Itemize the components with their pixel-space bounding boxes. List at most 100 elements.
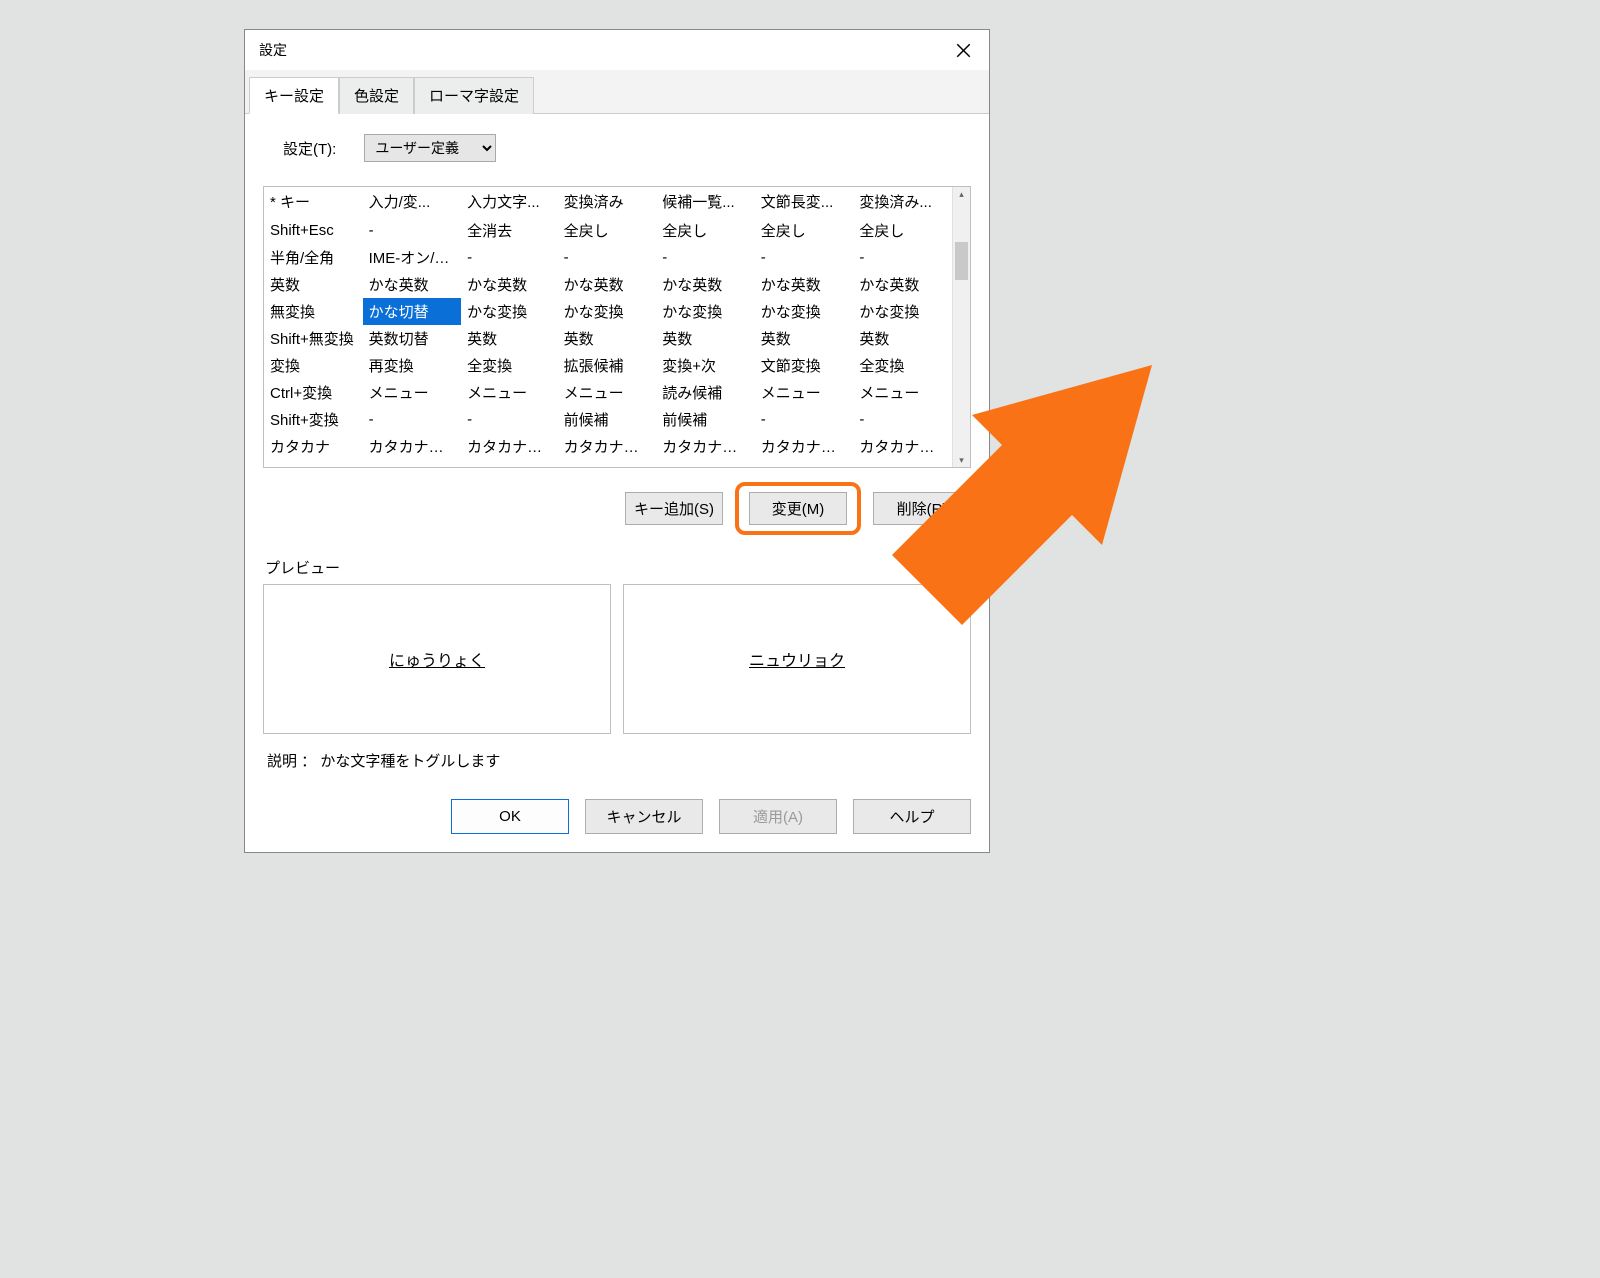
- table-cell[interactable]: 全変換: [461, 352, 557, 379]
- ok-button[interactable]: OK: [451, 799, 569, 834]
- settings-dialog: 設定 キー設定 色設定 ローマ字設定 設定(T): ユーザー定義 * キー 入力…: [244, 29, 990, 853]
- table-cell[interactable]: -: [363, 217, 462, 245]
- help-button[interactable]: ヘルプ: [853, 799, 971, 834]
- setting-select[interactable]: ユーザー定義: [364, 134, 496, 162]
- scroll-down-icon[interactable]: ▾: [953, 453, 970, 467]
- table-row[interactable]: Shift+Esc-全消去全戻し全戻し全戻し全戻し: [264, 217, 952, 245]
- table-cell[interactable]: かな変換: [558, 298, 657, 325]
- table-cell[interactable]: 全戻し: [656, 217, 755, 245]
- preview-left: にゅうりょく: [263, 584, 611, 734]
- table-cell[interactable]: 変換+次: [656, 352, 755, 379]
- table-cell[interactable]: 全戻し: [755, 217, 854, 245]
- table-cell[interactable]: メニュー: [853, 379, 952, 406]
- close-button[interactable]: [947, 37, 979, 63]
- table-cell[interactable]: かな変換: [461, 298, 557, 325]
- table-cell[interactable]: かな英数: [558, 271, 657, 298]
- table-cell[interactable]: 英数: [558, 325, 657, 352]
- table-cell[interactable]: カタカナ: [264, 433, 363, 460]
- table-row[interactable]: 変換再変換全変換拡張候補変換+次文節変換全変換: [264, 352, 952, 379]
- table-cell[interactable]: 全消去: [461, 217, 557, 245]
- table-cell[interactable]: カタカナキー: [558, 433, 657, 460]
- table-cell[interactable]: メニュー: [755, 379, 854, 406]
- table-row[interactable]: 半角/全角IME-オン/オフ-----: [264, 244, 952, 271]
- table-cell[interactable]: カタカナキー: [656, 433, 755, 460]
- tab-romaji-settings[interactable]: ローマ字設定: [414, 77, 534, 114]
- table-cell[interactable]: 全戻し: [853, 217, 952, 245]
- table-cell[interactable]: かな英数: [461, 271, 557, 298]
- table-cell[interactable]: カタカナキー: [363, 433, 462, 460]
- key-table[interactable]: * キー 入力/変... 入力文字... 変換済み 候補一覧... 文節長変..…: [264, 187, 952, 460]
- table-cell[interactable]: 拡張候補: [558, 352, 657, 379]
- table-cell[interactable]: -: [558, 244, 657, 271]
- add-key-button[interactable]: キー追加(S): [625, 492, 723, 525]
- table-cell[interactable]: 英数: [461, 325, 557, 352]
- table-cell[interactable]: 全戻し: [558, 217, 657, 245]
- table-cell[interactable]: 半角/全角: [264, 244, 363, 271]
- table-cell[interactable]: -: [853, 244, 952, 271]
- table-header[interactable]: 変換済み: [558, 187, 657, 217]
- table-cell[interactable]: 英数切替: [363, 325, 462, 352]
- table-cell[interactable]: -: [461, 244, 557, 271]
- table-cell[interactable]: メニュー: [363, 379, 462, 406]
- table-cell[interactable]: -: [853, 406, 952, 433]
- table-cell[interactable]: 英数: [853, 325, 952, 352]
- table-cell[interactable]: -: [755, 244, 854, 271]
- table-cell[interactable]: かな変換: [656, 298, 755, 325]
- table-cell[interactable]: 前候補: [558, 406, 657, 433]
- table-header[interactable]: 入力文字...: [461, 187, 557, 217]
- table-cell[interactable]: 英数: [656, 325, 755, 352]
- table-cell[interactable]: Ctrl+変換: [264, 379, 363, 406]
- table-row[interactable]: Shift+無変換英数切替英数英数英数英数英数: [264, 325, 952, 352]
- table-cell[interactable]: 全変換: [853, 352, 952, 379]
- table-header[interactable]: 文節長変...: [755, 187, 854, 217]
- table-cell[interactable]: カタカナキー: [755, 433, 854, 460]
- table-cell[interactable]: 無変換: [264, 298, 363, 325]
- table-row[interactable]: カタカナカタカナキーカタカナキーカタカナキーカタカナキーカタカナキーカタカナキー: [264, 433, 952, 460]
- table-cell[interactable]: IME-オン/オフ: [363, 244, 462, 271]
- table-cell[interactable]: 文節変換: [755, 352, 854, 379]
- table-cell[interactable]: かな切替: [363, 298, 462, 325]
- dialog-title: 設定: [259, 40, 287, 60]
- table-cell[interactable]: かな英数: [656, 271, 755, 298]
- dialog-footer: OK キャンセル 適用(A) ヘルプ: [245, 785, 989, 852]
- table-header[interactable]: 候補一覧...: [656, 187, 755, 217]
- table-cell[interactable]: メニュー: [558, 379, 657, 406]
- table-cell[interactable]: かな英数: [755, 271, 854, 298]
- table-cell[interactable]: Shift+Esc: [264, 217, 363, 245]
- scrollbar-thumb[interactable]: [955, 242, 968, 280]
- table-row[interactable]: 無変換かな切替かな変換かな変換かな変換かな変換かな変換: [264, 298, 952, 325]
- table-cell[interactable]: かな変換: [853, 298, 952, 325]
- table-cell[interactable]: 変換: [264, 352, 363, 379]
- tab-color-settings[interactable]: 色設定: [339, 77, 414, 114]
- table-scrollbar[interactable]: ▴ ▾: [952, 187, 970, 467]
- table-header[interactable]: 変換済み...: [853, 187, 952, 217]
- table-cell[interactable]: -: [363, 406, 462, 433]
- table-cell[interactable]: カタカナキー: [853, 433, 952, 460]
- modify-button[interactable]: 変更(M): [749, 492, 847, 525]
- table-cell[interactable]: 再変換: [363, 352, 462, 379]
- scroll-up-icon[interactable]: ▴: [953, 187, 970, 201]
- table-row[interactable]: Ctrl+変換メニューメニューメニュー読み候補メニューメニュー: [264, 379, 952, 406]
- table-cell[interactable]: -: [755, 406, 854, 433]
- table-cell[interactable]: かな変換: [755, 298, 854, 325]
- table-cell[interactable]: -: [656, 244, 755, 271]
- table-row[interactable]: 英数かな英数かな英数かな英数かな英数かな英数かな英数: [264, 271, 952, 298]
- delete-button[interactable]: 削除(R): [873, 492, 971, 525]
- table-cell[interactable]: 前候補: [656, 406, 755, 433]
- table-cell[interactable]: メニュー: [461, 379, 557, 406]
- table-row[interactable]: Shift+変換--前候補前候補--: [264, 406, 952, 433]
- table-cell[interactable]: 英数: [755, 325, 854, 352]
- table-header[interactable]: 入力/変...: [363, 187, 462, 217]
- tab-key-settings[interactable]: キー設定: [249, 77, 339, 114]
- table-cell[interactable]: 読み候補: [656, 379, 755, 406]
- table-header[interactable]: * キー: [264, 187, 363, 217]
- cancel-button[interactable]: キャンセル: [585, 799, 703, 834]
- table-cell[interactable]: 英数: [264, 271, 363, 298]
- table-cell[interactable]: Shift+変換: [264, 406, 363, 433]
- apply-button[interactable]: 適用(A): [719, 799, 837, 834]
- table-cell[interactable]: かな英数: [853, 271, 952, 298]
- table-cell[interactable]: カタカナキー: [461, 433, 557, 460]
- table-cell[interactable]: かな英数: [363, 271, 462, 298]
- table-cell[interactable]: Shift+無変換: [264, 325, 363, 352]
- table-cell[interactable]: -: [461, 406, 557, 433]
